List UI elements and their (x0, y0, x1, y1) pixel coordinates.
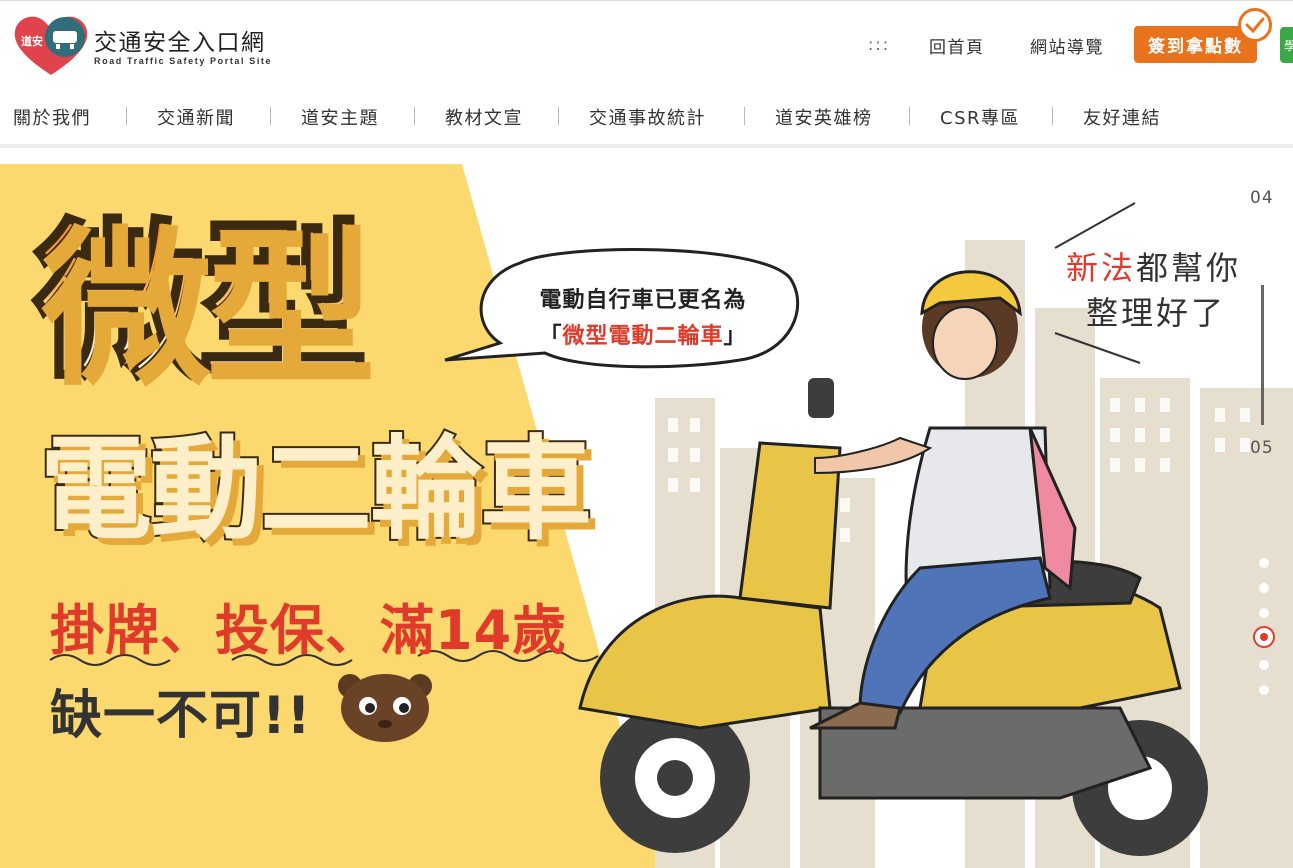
sitemap-link[interactable]: 網站導覽 (1030, 33, 1104, 58)
site-subtitle: Road Traffic Safety Portal Site (94, 56, 273, 66)
slide-progress-bar (1261, 285, 1264, 425)
bubble-line-2: 「微型電動二輪車」 (539, 324, 747, 349)
nav-item-topics[interactable]: 道安主題 (301, 104, 379, 130)
learning-button[interactable]: 學 (1280, 27, 1293, 63)
banner-tagline: 缺一不可!! (50, 686, 312, 746)
main-nav: 關於我們 交通新聞 道安主題 教材文宣 交通事故統計 道安英雄榜 CSR專區 友… (0, 88, 1293, 144)
svg-text:道安: 道安 (21, 34, 43, 48)
banner-headline-1: 微型 (32, 204, 370, 402)
nav-separator (744, 107, 745, 125)
nav-item-about[interactable]: 關於我們 (13, 104, 91, 130)
accesskey-link[interactable]: ::: (868, 35, 890, 54)
nav-item-csr[interactable]: CSR專區 (940, 104, 1020, 130)
slide-number-next[interactable]: 05 (1250, 438, 1274, 458)
hero-banner[interactable]: 微型 電動二輪車 掛牌、投保、滿14歲 缺一不可!! 電動自行車已更名為 「微型… (0, 148, 1293, 868)
handwritten-note: 新法都幫你 整理好了 (1066, 249, 1242, 332)
bubble-text: 電動自行車已更名為 「微型電動二輪車」 (508, 283, 778, 355)
nav-separator (126, 107, 127, 125)
nav-separator (1052, 107, 1053, 125)
nav-separator (270, 107, 271, 125)
nav-item-accident-stats[interactable]: 交通事故統計 (589, 104, 706, 130)
learning-button-label: 學 (1284, 39, 1293, 53)
site-logo[interactable]: 道安 (13, 13, 89, 81)
slide-dot[interactable] (1259, 583, 1269, 593)
nav-separator (909, 107, 910, 125)
site-title[interactable]: 交通安全入口網 (94, 23, 266, 57)
bubble-line-1: 電動自行車已更名為 (539, 288, 747, 313)
slide-number-current: 04 (1250, 188, 1274, 208)
nav-item-links[interactable]: 友好連結 (1083, 104, 1161, 130)
nav-item-heroes[interactable]: 道安英雄榜 (775, 104, 873, 130)
banner-requirements: 掛牌、投保、滿14歲 (50, 599, 568, 662)
slide-dot-active[interactable] (1253, 626, 1275, 648)
home-link[interactable]: 回首頁 (929, 33, 985, 58)
nav-separator (414, 107, 415, 125)
nav-item-news[interactable]: 交通新聞 (157, 104, 235, 130)
banner-headline-2: 電動二輪車 (38, 425, 594, 555)
check-icon (1238, 8, 1272, 42)
slide-dot[interactable] (1259, 608, 1269, 618)
slide-dot[interactable] (1259, 685, 1269, 695)
slide-dot[interactable] (1259, 660, 1269, 670)
slide-dot[interactable] (1259, 558, 1269, 568)
heart-logo-icon: 道安 (14, 16, 88, 75)
site-header: 道安 交通安全入口網 Road Traffic Safety Portal Si… (0, 0, 1293, 89)
nav-item-materials[interactable]: 教材文宣 (445, 104, 523, 130)
nav-separator (558, 107, 559, 125)
